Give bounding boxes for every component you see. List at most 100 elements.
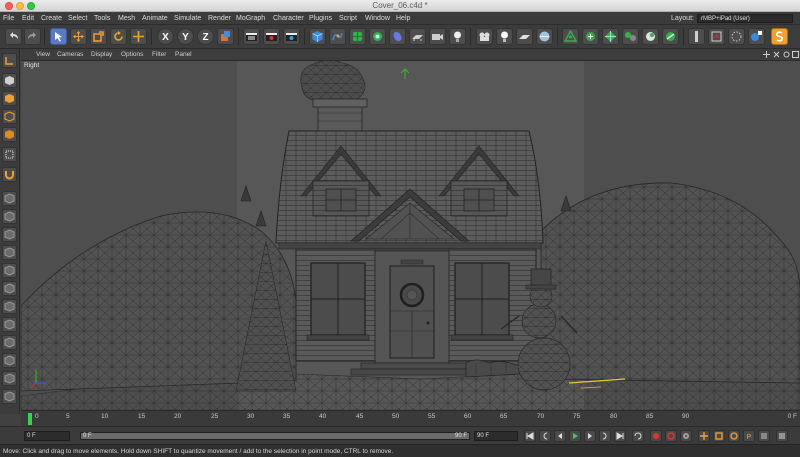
snap-settings-button[interactable] [771,28,788,45]
start-frame-field[interactable]: 0 F [24,431,70,441]
polygon-mode-side-button[interactable] [2,167,17,182]
play-button[interactable] [569,430,581,442]
layout-dropdown[interactable]: rMBP+iPad (User) [697,14,793,23]
layer-12-button[interactable] [2,389,17,404]
scale-tool-button[interactable] [90,28,107,45]
go-to-end-button[interactable] [614,430,626,442]
polygon-mode-button[interactable] [602,28,619,45]
viewport-pan-icon[interactable] [763,51,770,58]
layer-8-button[interactable] [2,317,17,332]
render-settings-button[interactable] [283,28,300,45]
viewport-zoom-icon[interactable] [773,51,780,58]
end-frame-field[interactable]: 90 F [474,431,518,441]
viewport-menu-display[interactable]: Display [91,49,112,61]
menu-script[interactable]: Script [339,12,357,25]
floor-environment-button[interactable] [409,28,426,45]
light-object-button[interactable] [496,28,513,45]
camera-button[interactable] [429,28,446,45]
scene-camera-button[interactable] [476,28,493,45]
deformer-button[interactable] [389,28,406,45]
render-view-button[interactable] [243,28,260,45]
texture-mode-side-button[interactable] [2,91,17,106]
layer-1-button[interactable] [2,191,17,206]
move-tool-button[interactable] [70,28,87,45]
menu-tools[interactable]: Tools [94,12,110,25]
sculpt-button[interactable] [642,28,659,45]
model-mode-button[interactable] [562,28,579,45]
menu-select[interactable]: Select [68,12,87,25]
recent-tool-button[interactable] [130,28,147,45]
menu-mograph[interactable]: MoGraph [236,12,265,25]
workplane-side-button[interactable] [2,109,17,124]
render-picture-viewer-button[interactable] [263,28,280,45]
model-mode-side-button[interactable] [2,73,17,88]
edge-mode-button[interactable] [2,147,17,162]
layer-2-button[interactable] [2,209,17,224]
layer-10-button[interactable] [2,353,17,368]
viewport-maximize-icon[interactable] [792,51,799,58]
point-mode-button[interactable] [2,127,17,142]
layer-7-button[interactable] [2,299,17,314]
rotation-track-button[interactable] [728,430,740,442]
layer-9-button[interactable] [2,335,17,350]
pen-spline-button[interactable] [329,28,346,45]
symmetry-button[interactable] [748,28,765,45]
sky-button[interactable] [536,28,553,45]
layer-3-button[interactable] [2,227,17,242]
selection-tool-button[interactable] [50,28,67,45]
menu-render[interactable]: Render [208,12,231,25]
viewport-menu-panel[interactable]: Panel [175,49,192,61]
light-button[interactable] [449,28,466,45]
undo-button[interactable] [5,28,22,45]
layer-11-button[interactable] [2,371,17,386]
soft-select-button[interactable] [708,28,725,45]
cloner-button[interactable] [369,28,386,45]
z-axis-lock-button[interactable]: Z [197,28,214,45]
axis-mode-button[interactable] [688,28,705,45]
timeline-ruler[interactable]: 0 5 10 15 20 25 30 35 40 45 50 55 60 65 … [21,410,800,426]
snap-button[interactable] [622,28,639,45]
record-active-button[interactable] [650,430,662,442]
menu-create[interactable]: Create [41,12,62,25]
menu-file[interactable]: File [3,12,14,25]
floor-button[interactable] [516,28,533,45]
viewport-rotate-icon[interactable] [783,51,790,58]
layer-6-button[interactable] [2,281,17,296]
parameter-track-button[interactable]: P [743,430,755,442]
spline-tool-button[interactable] [582,28,599,45]
viewport-menu-view[interactable]: View [36,49,50,61]
x-axis-lock-button[interactable]: X [157,28,174,45]
menu-edit[interactable]: Edit [22,12,34,25]
viewport-right[interactable]: Right [21,61,800,410]
previous-frame-button[interactable] [554,430,566,442]
keyframe-selection-button[interactable] [680,430,692,442]
rotate-tool-button[interactable] [110,28,127,45]
cube-primitive-button[interactable] [309,28,326,45]
scale-track-button[interactable] [713,430,725,442]
previous-key-button[interactable] [539,430,551,442]
playhead[interactable] [28,413,32,425]
make-editable-button[interactable] [2,53,17,68]
menu-help[interactable]: Help [396,12,410,25]
autokey-button[interactable] [665,430,677,442]
menu-simulate[interactable]: Simulate [174,12,201,25]
y-axis-handle[interactable] [400,68,410,79]
menu-plugins[interactable]: Plugins [309,12,332,25]
go-to-start-button[interactable] [524,430,536,442]
texture-mode-button[interactable] [662,28,679,45]
loop-button[interactable] [632,430,644,442]
paint-button[interactable] [728,28,745,45]
next-key-button[interactable] [599,430,611,442]
menu-mesh[interactable]: Mesh [118,12,135,25]
redo-button[interactable] [24,28,41,45]
next-frame-button[interactable] [584,430,596,442]
point-level-button[interactable] [758,430,770,442]
viewport-menu-filter[interactable]: Filter [152,49,166,61]
viewport-menu-cameras[interactable]: Cameras [57,49,83,61]
subdivision-surface-button[interactable] [349,28,366,45]
layer-5-button[interactable] [2,263,17,278]
layer-4-button[interactable] [2,245,17,260]
position-track-button[interactable] [698,430,710,442]
coordinate-system-button[interactable] [217,28,234,45]
menu-animate[interactable]: Animate [142,12,168,25]
